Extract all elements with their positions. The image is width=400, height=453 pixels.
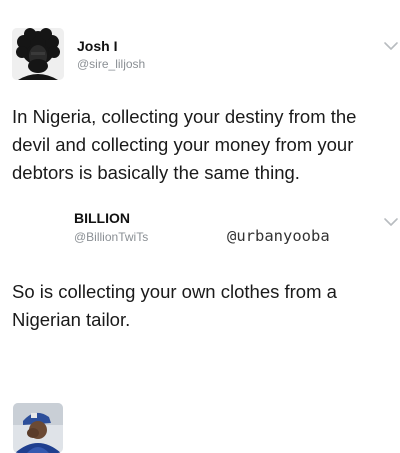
avatar[interactable]: [13, 403, 63, 453]
chevron-down-icon[interactable]: [382, 40, 400, 52]
tweet-text: In Nigeria, collecting your destiny from…: [12, 106, 357, 183]
avatar[interactable]: [12, 28, 64, 80]
display-name[interactable]: Josh I: [77, 38, 117, 54]
watermark: @urbanyooba: [227, 227, 330, 245]
tweet-billion: BILLION @BillionTwiTs So is collecting y…: [0, 200, 400, 453]
chevron-down-icon[interactable]: [382, 216, 400, 228]
display-name[interactable]: BILLION: [74, 210, 130, 226]
user-handle[interactable]: @sire_liljosh: [77, 57, 145, 71]
person-photo-icon: [13, 403, 63, 453]
tweet-text: So is collecting your own clothes from a…: [12, 281, 337, 330]
afro-silhouette-icon: [12, 28, 64, 80]
tweet-josh: Josh I @sire_liljosh In Nigeria, collect…: [0, 0, 400, 200]
user-handle[interactable]: @BillionTwiTs: [74, 230, 148, 244]
